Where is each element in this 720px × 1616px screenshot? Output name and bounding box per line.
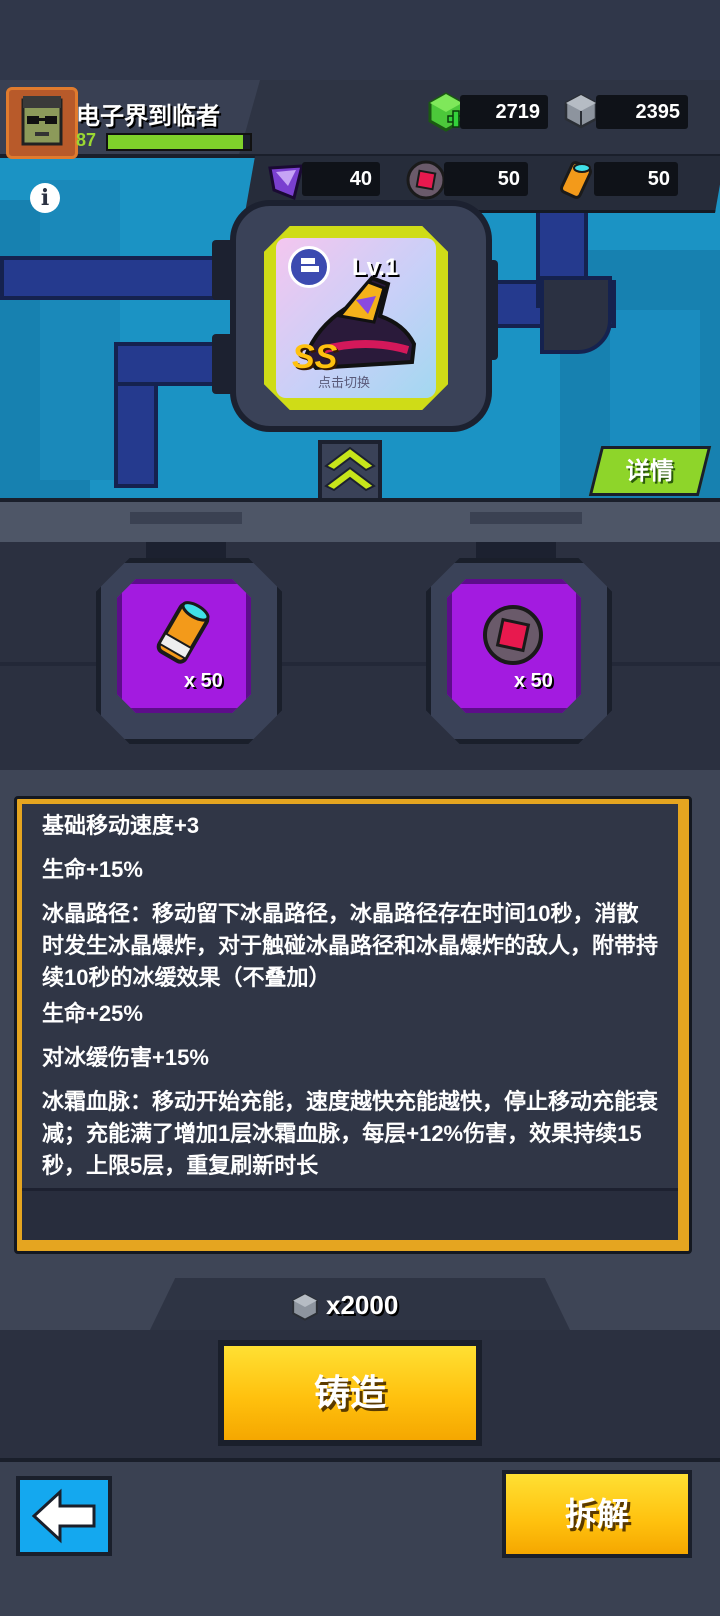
player-level: 87	[76, 130, 97, 150]
forge-cost: x2000	[326, 1290, 399, 1320]
ore-icon	[290, 1292, 320, 1322]
forge-button[interactable]: 铸造	[224, 1346, 476, 1440]
gem-count: 2719	[460, 95, 548, 129]
stat-row: 冰晶路径：移动留下冰晶路径，冰晶路径存在时间10秒，消散时发生冰晶爆炸，对于触碰…	[22, 892, 678, 1003]
chevron-up-icon	[318, 440, 382, 504]
back-button[interactable]	[16, 1476, 112, 1556]
xp-bar	[106, 133, 252, 151]
slot-2-count: x 50	[514, 670, 553, 692]
player-name: 电子界到临者	[76, 103, 220, 130]
stat-row: 对冰缓伤害+15%	[22, 1036, 678, 1083]
ore-icon	[562, 92, 600, 130]
stat-row: 基础移动速度+3	[22, 804, 678, 851]
red-core-icon	[404, 158, 448, 202]
red-core-icon	[478, 600, 548, 670]
slot-1-count: x 50	[184, 670, 223, 692]
switch-hint: 点击切换	[318, 375, 371, 390]
orange-cylinder-icon	[554, 158, 598, 202]
material-count-1: 40	[302, 162, 380, 196]
material-count-2: 50	[444, 162, 528, 196]
item-type-badge	[288, 246, 330, 288]
avatar[interactable]	[6, 87, 78, 159]
details-button[interactable]: 详情	[588, 446, 712, 496]
orange-cylinder-icon	[148, 598, 218, 668]
stat-row: 生命+15%	[22, 848, 678, 895]
material-count-3: 50	[594, 162, 678, 196]
ore-count: 2395	[596, 95, 688, 129]
top-strip	[0, 0, 720, 80]
dismantle-button[interactable]: 拆解	[502, 1470, 692, 1558]
arrow-left-icon	[31, 1488, 96, 1544]
stat-row: 生命+25%	[22, 992, 678, 1039]
details-label: 详情	[625, 458, 674, 485]
item-level: Lv.1	[352, 254, 399, 281]
info-icon[interactable]: i	[30, 183, 60, 213]
stat-row: 冰霜血脉：移动开始充能，速度越快充能越快，停止移动充能衰减；充能满了增加1层冰霜…	[22, 1080, 678, 1191]
xp-bar-fill	[108, 135, 243, 149]
